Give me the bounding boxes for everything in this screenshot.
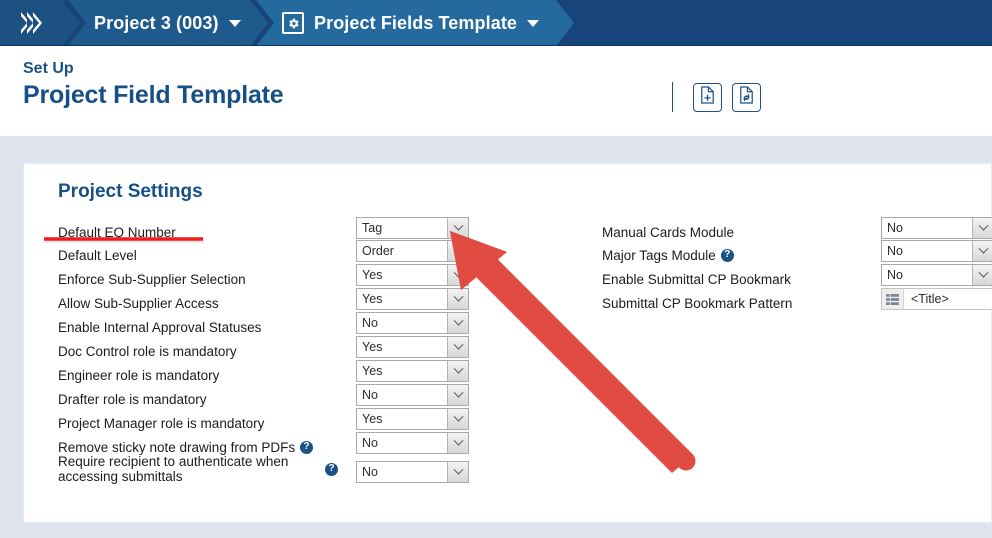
- select-value: No: [362, 388, 378, 402]
- chevron-down-icon[interactable]: [228, 19, 241, 27]
- select-value: No: [362, 316, 378, 330]
- pattern-value: <Title>: [911, 292, 949, 306]
- chevron-down-icon[interactable]: [447, 462, 468, 482]
- select-value: No: [362, 436, 378, 450]
- section-title: Project Settings: [58, 181, 203, 202]
- field-label-engineer-role-is-mandatory: Engineer role is mandatory: [58, 367, 220, 383]
- field-label-require-recipient-to-authenticate: Require recipient to authenticate when a…: [58, 454, 338, 484]
- document-refresh-icon: [738, 85, 755, 109]
- field-label-enforce-sub-supplier-selection: Enforce Sub-Supplier Selection: [58, 271, 246, 287]
- page-header: Set Up Project Field Template: [0, 46, 992, 136]
- chevron-down-icon[interactable]: [972, 265, 992, 285]
- field-label-enable-submittal-cp-bookmark: Enable Submittal CP Bookmark: [602, 271, 791, 287]
- help-icon[interactable]: ?: [325, 462, 338, 476]
- select-manual-cards-module[interactable]: No: [881, 217, 992, 239]
- field-label-allow-sub-supplier-access: Allow Sub-Supplier Access: [58, 295, 219, 311]
- select-value: Tag: [362, 221, 383, 235]
- field-label-manual-cards-module: Manual Cards Module: [602, 224, 735, 240]
- chevron-down-icon[interactable]: [447, 409, 468, 429]
- refresh-document-button[interactable]: [732, 82, 761, 112]
- select-value: No: [362, 465, 378, 479]
- field-label-drafter-role-is-mandatory: Drafter role is mandatory: [58, 391, 207, 407]
- gear-icon: [282, 12, 304, 34]
- help-icon[interactable]: ?: [300, 440, 314, 454]
- toolbar-divider: [672, 82, 673, 112]
- page-title: Project Field Template: [23, 81, 284, 109]
- select-drafter-role-is-mandatory[interactable]: No: [356, 384, 469, 406]
- chevron-down-icon[interactable]: [527, 19, 540, 27]
- select-enable-internal-approval-statuses[interactable]: No: [356, 312, 469, 334]
- field-label-major-tags-module: Major Tags Module ?: [602, 248, 734, 263]
- chevron-down-icon[interactable]: [972, 241, 992, 261]
- select-value: No: [887, 268, 903, 282]
- field-label-remove-sticky-note-drawing-from-pdfs: Remove sticky note drawing from PDFs ?: [58, 439, 314, 455]
- new-document-button[interactable]: [693, 82, 722, 112]
- breadcrumb-bar: Project 3 (003) Project Fields Template: [0, 0, 992, 46]
- field-label-project-manager-role-is-mandatory: Project Manager role is mandatory: [58, 415, 265, 431]
- document-plus-icon: [699, 85, 716, 109]
- select-remove-sticky-note-drawing-from-pdfs[interactable]: No: [356, 432, 469, 454]
- chevron-down-icon[interactable]: [447, 265, 468, 285]
- breadcrumb-project-label: Project 3 (003): [94, 12, 219, 33]
- breadcrumb-eyebrow: Set Up: [23, 60, 74, 77]
- field-label-doc-control-role-is-mandatory: Doc Control role is mandatory: [58, 343, 237, 359]
- chevron-down-icon[interactable]: [447, 241, 468, 261]
- chevron-down-icon[interactable]: [447, 337, 468, 357]
- field-label-default-level: Default Level: [58, 247, 137, 263]
- field-label-text: Remove sticky note drawing from PDFs: [58, 439, 296, 455]
- chevron-down-icon[interactable]: [447, 433, 468, 453]
- select-enable-submittal-cp-bookmark[interactable]: No: [881, 264, 992, 286]
- select-project-manager-role-is-mandatory[interactable]: Yes: [356, 408, 469, 430]
- chevron-down-icon[interactable]: [447, 385, 468, 405]
- field-label-submittal-cp-bookmark-pattern: Submittal CP Bookmark Pattern: [602, 295, 793, 311]
- breadcrumb-template-label: Project Fields Template: [314, 12, 518, 33]
- page-body: Project Settings Default EQ Number Tag D…: [0, 136, 992, 538]
- field-label-default-eq-number: Default EQ Number: [58, 224, 176, 240]
- chevron-down-icon[interactable]: [447, 289, 468, 309]
- chevrons-right-icon: [21, 12, 42, 34]
- settings-card: Project Settings Default EQ Number Tag D…: [23, 163, 992, 523]
- select-value: Yes: [362, 364, 383, 378]
- select-enforce-sub-supplier-selection[interactable]: Yes: [356, 264, 469, 286]
- chevron-down-icon[interactable]: [447, 218, 468, 238]
- app-logo-button[interactable]: [0, 0, 80, 46]
- select-doc-control-role-is-mandatory[interactable]: Yes: [356, 336, 469, 358]
- chevron-down-icon[interactable]: [447, 313, 468, 333]
- field-label-text: Require recipient to authenticate when a…: [58, 454, 289, 484]
- select-default-eq-number[interactable]: Tag: [356, 217, 469, 239]
- input-submittal-cp-bookmark-pattern[interactable]: <Title>: [881, 288, 992, 310]
- field-label-enable-internal-approval-statuses: Enable Internal Approval Statuses: [58, 319, 262, 335]
- chevron-down-icon[interactable]: [447, 361, 468, 381]
- field-label-text: Major Tags Module: [602, 247, 716, 263]
- header-actions: [672, 82, 761, 112]
- select-value: Yes: [362, 412, 383, 426]
- select-value: Yes: [362, 268, 383, 282]
- breadcrumb-item-template[interactable]: Project Fields Template: [256, 0, 574, 46]
- select-default-level[interactable]: Order: [356, 240, 469, 262]
- select-value: No: [887, 244, 903, 258]
- chevron-down-icon[interactable]: [972, 218, 992, 238]
- help-icon[interactable]: ?: [720, 248, 734, 262]
- select-value: No: [887, 221, 903, 235]
- select-engineer-role-is-mandatory[interactable]: Yes: [356, 360, 469, 382]
- select-value: Yes: [362, 340, 383, 354]
- breadcrumb-item-project[interactable]: Project 3 (003): [68, 0, 268, 46]
- select-allow-sub-supplier-access[interactable]: Yes: [356, 288, 469, 310]
- select-value: Yes: [362, 292, 383, 306]
- select-value: Order: [362, 244, 394, 258]
- list-grid-icon[interactable]: [882, 289, 904, 309]
- select-require-recipient-to-authenticate[interactable]: No: [356, 461, 469, 483]
- select-major-tags-module[interactable]: No: [881, 240, 992, 262]
